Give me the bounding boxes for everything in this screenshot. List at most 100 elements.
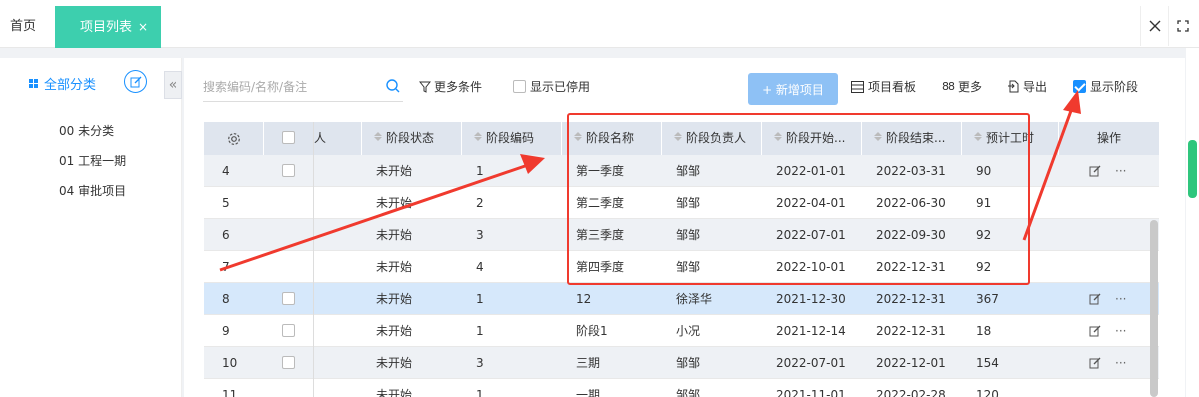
tab-project-list-label: 项目列表 <box>80 20 133 35</box>
all-categories-label: 全部分类 <box>44 78 97 93</box>
cell-stage-status: 未开始 <box>376 324 413 338</box>
more-conditions-button[interactable]: 更多条件 <box>419 78 482 95</box>
cell-stage-start: 2021-12-30 <box>776 292 846 306</box>
tab-bar: 首页 项目列表 × <box>0 0 1199 48</box>
show-disabled-toggle[interactable]: 显示已停用 <box>513 78 590 95</box>
cell-stage-end: 2022-12-31 <box>876 292 946 306</box>
edit-icon[interactable] <box>1089 325 1101 337</box>
header-person: 人 <box>314 122 362 155</box>
show-disabled-checkbox[interactable] <box>513 80 526 93</box>
cell-stage-status: 未开始 <box>376 356 413 370</box>
kanban-icon <box>851 80 864 93</box>
cell-stage-code: 3 <box>476 228 484 242</box>
category-item[interactable]: 01 工程一期 <box>59 152 126 169</box>
more-grid-icon: 88 <box>942 80 955 93</box>
cell-stage-start: 2021-12-14 <box>776 324 846 338</box>
cell-stage-code: 1 <box>476 164 484 178</box>
cell-stage-end: 2022-12-31 <box>876 324 946 338</box>
cell-stage-name: 三期 <box>576 356 601 370</box>
row-actions: ··· <box>1089 283 1126 315</box>
fullscreen-icon[interactable] <box>1168 6 1196 46</box>
show-disabled-label: 显示已停用 <box>530 80 591 94</box>
tab-project-list[interactable]: 项目列表 × <box>55 6 161 48</box>
add-project-button[interactable]: + 新增项目 <box>748 73 838 105</box>
edit-icon[interactable] <box>1089 357 1101 369</box>
close-icon[interactable]: × <box>138 20 148 34</box>
cell-stage-code: 1 <box>476 388 484 397</box>
cell-stage-status: 未开始 <box>376 292 413 306</box>
search-box <box>203 74 403 102</box>
table-row[interactable]: 10 未开始 3 三期 邹邹 2022-07-01 2022-12-01 154 ··· <box>204 347 1159 379</box>
header-stage-status-label: 阶段状态 <box>386 131 435 145</box>
table-row[interactable]: 11 未开始 1 一期 邹邹 2021-11-01 2022-02-28 120 <box>204 379 1159 397</box>
edit-icon[interactable] <box>1089 165 1101 177</box>
cell-stage-code: 1 <box>476 292 484 306</box>
more-button[interactable]: 88 更多 <box>942 78 982 95</box>
table-row[interactable]: 8 未开始 1 12 徐泽华 2021-12-30 2022-12-31 367 ··· <box>204 283 1159 315</box>
table-scrollbar-thumb[interactable] <box>1150 220 1158 397</box>
kanban-button[interactable]: 项目看板 <box>851 78 916 95</box>
cell-stage-owner: 邹邹 <box>676 356 701 370</box>
edit-category-icon[interactable] <box>124 70 147 93</box>
cell-est-hours: 120 <box>976 388 999 397</box>
category-sidebar: 全部分类 « 00 未分类 01 工程一期 04 审批项目 <box>0 58 182 397</box>
category-item[interactable]: 00 未分类 <box>59 122 114 139</box>
page-scrollbar-thumb[interactable] <box>1188 140 1197 198</box>
collapse-sidebar-icon[interactable]: « <box>164 71 182 99</box>
show-stage-toggle[interactable]: 显示阶段 <box>1073 78 1138 95</box>
header-stage-code-label: 阶段编码 <box>486 131 535 145</box>
tab-home[interactable]: 首页 <box>10 6 36 48</box>
sort-icon <box>374 132 382 141</box>
row-actions: ··· <box>1089 155 1126 187</box>
cell-est-hours: 367 <box>976 292 999 306</box>
cell-stage-status: 未开始 <box>376 196 413 210</box>
sort-icon <box>474 132 482 141</box>
more-actions-icon[interactable]: ··· <box>1115 283 1126 315</box>
cell-stage-start: 2022-07-01 <box>776 356 846 370</box>
fixed-left-columns <box>204 122 314 397</box>
cell-stage-status: 未开始 <box>376 388 413 397</box>
header-stage-code[interactable]: 阶段编码 <box>462 122 562 155</box>
category-item[interactable]: 04 审批项目 <box>59 182 126 199</box>
search-icon[interactable] <box>385 78 401 97</box>
cell-stage-code: 4 <box>476 260 484 274</box>
page-scrollbar-track <box>1186 48 1199 397</box>
cell-stage-name: 一期 <box>576 388 601 397</box>
row-actions: ··· <box>1089 315 1126 347</box>
cell-stage-start: 2021-11-01 <box>776 388 846 397</box>
header-actions: 操作 <box>1096 131 1121 145</box>
more-actions-icon[interactable]: ··· <box>1115 347 1126 379</box>
cell-stage-code: 1 <box>476 324 484 338</box>
cell-stage-end: 2022-12-01 <box>876 356 946 370</box>
search-input[interactable] <box>203 74 373 100</box>
kanban-label: 项目看板 <box>868 80 917 94</box>
cell-stage-name: 阶段1 <box>576 324 608 338</box>
more-actions-icon[interactable]: ··· <box>1115 155 1126 187</box>
show-stage-checkbox[interactable] <box>1073 80 1086 93</box>
main-panel: 更多条件 显示已停用 + 新增项目 项目看板 88 更多 导出 显示阶段 人 阶… <box>184 58 1185 397</box>
cell-est-hours: 154 <box>976 356 999 370</box>
highlight-box <box>567 113 1030 285</box>
cell-stage-name: 12 <box>576 292 592 306</box>
filter-icon <box>419 81 431 93</box>
header-stage-status[interactable]: 阶段状态 <box>362 122 462 155</box>
all-categories[interactable]: 全部分类 <box>29 74 96 93</box>
cell-stage-owner: 小况 <box>676 324 701 338</box>
close-all-icon[interactable] <box>1140 6 1168 46</box>
more-label: 更多 <box>958 80 983 94</box>
cell-stage-code: 2 <box>476 196 484 210</box>
export-icon <box>1008 80 1019 93</box>
cell-stage-owner: 邹邹 <box>676 388 701 397</box>
more-conditions-label: 更多条件 <box>434 80 483 94</box>
cell-stage-code: 3 <box>476 356 484 370</box>
cell-stage-status: 未开始 <box>376 164 413 178</box>
edit-icon[interactable] <box>1089 293 1101 305</box>
row-actions: ··· <box>1089 347 1126 379</box>
grid-icon <box>29 79 38 88</box>
export-button[interactable]: 导出 <box>1007 78 1047 95</box>
export-label: 导出 <box>1023 80 1048 94</box>
cell-stage-owner: 徐泽华 <box>676 292 713 306</box>
more-actions-icon[interactable]: ··· <box>1115 315 1126 347</box>
table-row[interactable]: 9 未开始 1 阶段1 小况 2021-12-14 2022-12-31 18 ··· <box>204 315 1159 347</box>
cell-stage-end: 2022-02-28 <box>876 388 946 397</box>
